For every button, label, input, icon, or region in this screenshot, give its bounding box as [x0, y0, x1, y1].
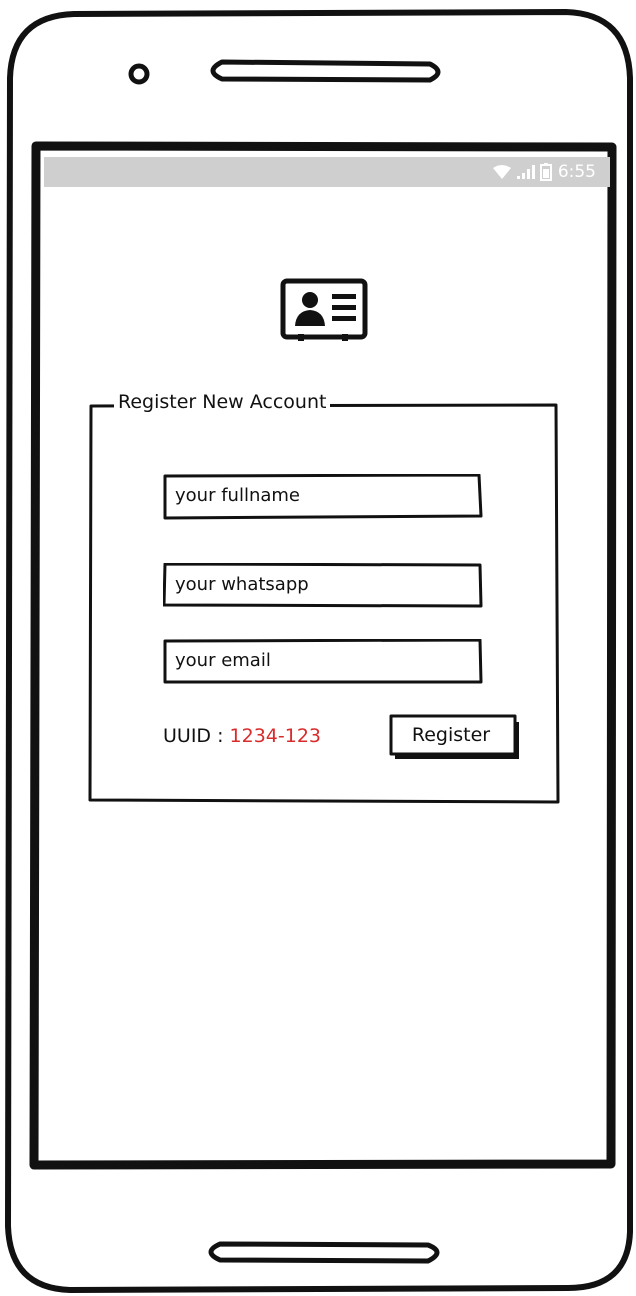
register-button-label: Register	[411, 724, 491, 746]
whatsapp-input[interactable]	[171, 568, 479, 600]
status-time: 6:55	[557, 162, 596, 182]
battery-icon	[539, 163, 552, 181]
fullname-field[interactable]	[163, 474, 483, 520]
signal-icon	[516, 165, 535, 179]
whatsapp-field[interactable]	[163, 563, 483, 608]
email-input[interactable]	[171, 644, 479, 676]
email-field[interactable]	[163, 639, 483, 684]
wifi-icon	[492, 165, 511, 179]
phone-mockup: 6:55 Register New Account your fullname …	[0, 0, 636, 1296]
home-bar[interactable]	[208, 1241, 440, 1264]
front-camera-icon	[128, 63, 150, 85]
fullname-input[interactable]	[171, 479, 479, 511]
status-icons: 6:55	[492, 161, 596, 183]
uuid-value: 1234-123	[229, 725, 322, 747]
status-bar: 6:55	[44, 157, 610, 187]
fieldset-legend: Register New Account	[114, 389, 331, 415]
uuid-label: UUID :	[163, 725, 230, 747]
register-button[interactable]: Register	[389, 714, 521, 760]
contact-card-icon	[280, 278, 368, 341]
uuid-row: UUID : 1234-123	[163, 722, 321, 750]
earpiece-speaker	[210, 59, 441, 83]
